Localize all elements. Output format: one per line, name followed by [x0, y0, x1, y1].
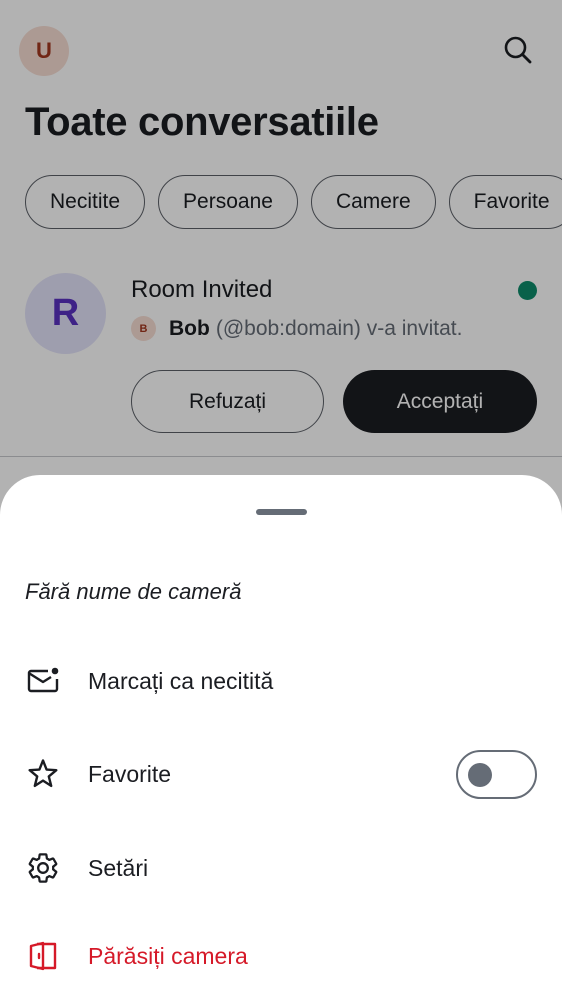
mark-unread-item[interactable]: Marcați ca necitită	[0, 641, 562, 721]
leave-room-label: Părăsiți camera	[88, 942, 248, 969]
favourite-toggle[interactable]	[456, 749, 537, 799]
room-options-sheet: Fără nume de cameră Marcați ca necitită …	[0, 475, 562, 1000]
favourite-item[interactable]: Favorite	[0, 734, 562, 814]
leave-room-item[interactable]: Părăsiți camera	[0, 916, 562, 996]
mail-unread-icon	[26, 664, 60, 698]
settings-item[interactable]: Setări	[0, 828, 562, 908]
gear-icon	[26, 851, 60, 885]
toggle-thumb	[468, 762, 492, 787]
star-icon	[26, 757, 60, 791]
favourite-label: Favorite	[88, 760, 172, 787]
mark-unread-label: Marcați ca necitită	[88, 667, 274, 694]
settings-label: Setări	[88, 854, 149, 881]
leave-door-icon	[26, 939, 60, 973]
drag-handle[interactable]	[256, 509, 307, 515]
sheet-title: Fără nume de cameră	[25, 579, 242, 604]
